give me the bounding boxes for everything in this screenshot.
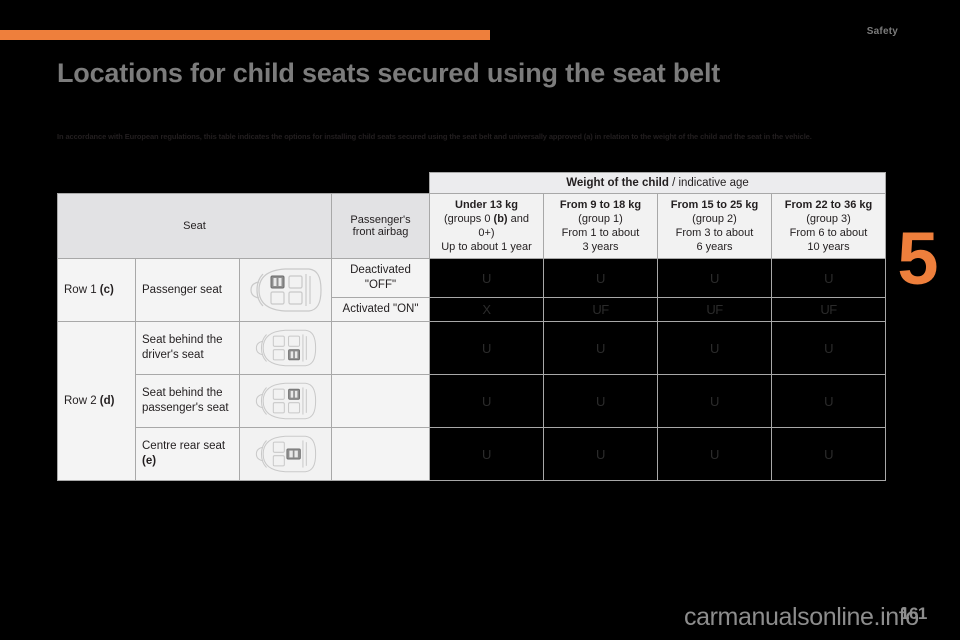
site-watermark: carmanualsonline.info — [684, 603, 919, 631]
row-group-row1-text: Row 1 — [64, 283, 100, 296]
weight-band-0-group-ref: (b) — [493, 213, 508, 225]
intro-paragraph: In accordance with European regulations,… — [57, 132, 812, 141]
airbag-column-header: Passenger's front airbag — [331, 193, 430, 259]
weight-of-child-header: Weight of the child / indicative age — [428, 172, 887, 194]
compat-cell: U — [543, 258, 658, 298]
compat-cell: U — [657, 427, 772, 481]
table-header-row-top: Weight of the child / indicative age — [57, 172, 887, 194]
compat-cell: U — [770, 258, 887, 298]
page-canvas: Safety 5 Locations for child seats secur… — [0, 0, 960, 640]
compat-cell: U — [543, 321, 658, 375]
section-tag: Safety — [866, 26, 898, 37]
compat-cell: U — [429, 321, 544, 375]
weight-band-2-age1: From 3 to about — [675, 227, 754, 239]
chapter-number-tab: 5 — [897, 217, 939, 300]
compat-cell: U — [657, 321, 772, 375]
page-number: 161 — [900, 604, 927, 623]
car-diagram-cell-behind-passenger — [239, 374, 332, 428]
airbag-state-empty — [331, 427, 430, 481]
car-topview-icon-behind-passenger — [255, 382, 316, 420]
compat-cell: U — [657, 374, 772, 428]
compat-cell: UF — [543, 297, 658, 322]
car-diagram-cell-behind-driver — [239, 321, 332, 375]
airbag-state-deactivated: Deactivated "OFF" — [331, 258, 430, 298]
compat-cell: U — [657, 258, 772, 298]
weight-band-2-age2: 6 years — [696, 241, 733, 253]
weight-band-3-group: (group 3) — [806, 213, 851, 225]
row-group-row1-ref: (c) — [99, 283, 114, 296]
page-title: Locations for child seats secured using … — [57, 58, 721, 88]
table-row: Centre rear seat (e) U U U U — [58, 427, 887, 481]
airbag-state-empty — [331, 321, 430, 375]
weight-band-1-age2: 3 years — [582, 241, 619, 253]
airbag-state-activated: Activated "ON" — [331, 297, 430, 322]
compat-cell: UF — [770, 297, 887, 322]
table-row: Row 2 (d) Seat behind the driver's seat — [57, 321, 887, 481]
seat-name-passenger-seat: Passenger seat — [135, 258, 240, 322]
car-topview-icon-behind-driver — [255, 329, 316, 367]
seat-name-centre-rear-text: Centre rear seat — [142, 440, 226, 452]
compat-cell: U — [429, 427, 544, 481]
seat-name-centre-rear-ref: (e) — [142, 455, 157, 467]
weight-band-1-weight: From 9 to 18 kg — [559, 199, 642, 211]
airbag-state-empty — [331, 374, 430, 428]
table-header-row-bands: Seat Passenger's front airbag Under 13 k… — [57, 193, 887, 259]
weight-band-2: From 15 to 25 kg (group 2) From 3 to abo… — [657, 193, 772, 259]
compat-cell: U — [429, 374, 544, 428]
car-topview-icon-row1 — [249, 268, 322, 312]
weight-band-0-age: Up to about 1 year — [441, 241, 532, 253]
child-seat-locations-table: Weight of the child / indicative age Sea… — [57, 172, 887, 481]
weight-band-1-group: (group 1) — [578, 213, 623, 225]
compat-cell: U — [429, 258, 544, 298]
weight-band-1-age1: From 1 to about — [561, 227, 640, 239]
car-diagram-cell-centre-rear — [239, 427, 332, 481]
row-group-row2: Row 2 (d) — [57, 321, 136, 481]
weight-band-3-age2: 10 years — [807, 241, 850, 253]
accent-rule — [0, 30, 490, 40]
table-row: Row 1 (c) Passenger seat Deactivated "OF… — [57, 258, 887, 322]
seat-name-behind-passenger: Seat behind the passenger's seat — [135, 374, 240, 428]
weight-band-2-weight: From 15 to 25 kg — [670, 199, 759, 211]
seat-name-centre-rear: Centre rear seat (e) — [135, 427, 240, 481]
weight-band-0-weight: Under 13 kg — [455, 199, 518, 211]
weight-band-1: From 9 to 18 kg (group 1) From 1 to abou… — [543, 193, 658, 259]
car-topview-icon-centre-rear — [255, 435, 316, 473]
weight-band-3-age1: From 6 to about — [789, 227, 868, 239]
compat-cell: UF — [657, 297, 772, 322]
table-row: Seat behind the passenger's seat U U U U — [58, 374, 887, 428]
car-diagram-cell-row1 — [239, 258, 332, 322]
weight-band-2-group: (group 2) — [692, 213, 737, 225]
compat-cell: U — [770, 374, 887, 428]
header-spacer — [57, 172, 430, 194]
compat-cell: U — [543, 427, 658, 481]
weight-band-3-weight: From 22 to 36 kg — [784, 199, 873, 211]
seat-name-behind-driver: Seat behind the driver's seat — [135, 321, 240, 375]
row-group-row1: Row 1 (c) — [57, 258, 136, 322]
weight-band-3: From 22 to 36 kg (group 3) From 6 to abo… — [770, 193, 887, 259]
weight-header-light: / indicative age — [668, 177, 749, 189]
weight-band-0-group-pre: (groups 0 — [444, 213, 494, 225]
compat-cell: U — [770, 321, 887, 375]
compat-cell: U — [770, 427, 887, 481]
seat-column-header: Seat — [57, 193, 332, 259]
compat-cell: U — [543, 374, 658, 428]
weight-band-0: Under 13 kg (groups 0 (b) and 0+) Up to … — [429, 193, 544, 259]
compat-cell: X — [429, 297, 544, 322]
row-group-row2-text: Row 2 — [64, 394, 100, 407]
row-group-row2-ref: (d) — [99, 394, 115, 407]
weight-header-bold: Weight of the child — [566, 177, 669, 189]
